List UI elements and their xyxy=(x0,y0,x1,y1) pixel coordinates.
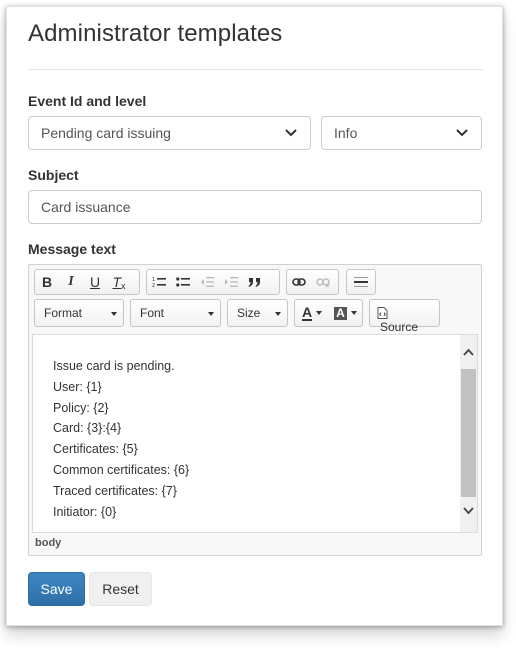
decrease-indent-icon[interactable] xyxy=(195,270,219,294)
rich-text-editor: B I U Tx 12 Format Font Size A A Source … xyxy=(28,264,482,556)
bulleted-list-icon[interactable] xyxy=(171,270,195,294)
subject-label: Subject xyxy=(28,167,79,183)
source-button[interactable]: Source xyxy=(369,299,440,334)
toolbar-paragraph: 12 xyxy=(146,269,280,295)
event-id-select[interactable]: Pending card issuing xyxy=(28,116,311,150)
element-path[interactable]: body xyxy=(35,537,61,549)
dropdown-arrow-icon xyxy=(350,311,357,315)
dropdown-arrow-icon xyxy=(275,312,281,316)
numbered-list-icon[interactable]: 12 xyxy=(147,270,171,294)
message-line: Initiator: {0} xyxy=(53,504,117,519)
admin-templates-panel: Administrator templates Event Id and lev… xyxy=(6,6,503,626)
toolbar-rule xyxy=(346,269,376,295)
chevron-down-icon xyxy=(456,129,468,137)
bold-button[interactable]: B xyxy=(35,270,59,294)
unlink-icon[interactable] xyxy=(311,270,335,294)
toolbar-colors: A A xyxy=(294,299,363,327)
message-line: Common certificates: {6} xyxy=(53,462,190,477)
format-combo[interactable]: Format xyxy=(34,299,124,327)
page-title: Administrator templates xyxy=(28,20,283,47)
scroll-up-icon[interactable] xyxy=(462,347,475,357)
font-combo[interactable]: Font xyxy=(130,299,221,327)
dropdown-arrow-icon xyxy=(208,312,214,316)
dropdown-arrow-icon xyxy=(111,312,117,316)
svg-text:2: 2 xyxy=(152,283,155,288)
message-line: Card: {3}:{4} xyxy=(53,421,122,436)
background-color-button[interactable]: A xyxy=(329,301,362,325)
size-label: Size xyxy=(237,306,261,320)
format-label: Format xyxy=(44,306,83,320)
chevron-down-icon xyxy=(285,129,297,137)
increase-indent-icon[interactable] xyxy=(219,270,243,294)
remove-format-button[interactable]: Tx xyxy=(107,270,131,294)
message-line: Policy: {2} xyxy=(53,400,109,415)
horizontal-line-icon[interactable] xyxy=(347,270,375,294)
blockquote-icon[interactable] xyxy=(243,270,267,294)
subject-input[interactable]: Card issuance xyxy=(28,190,482,224)
message-label: Message text xyxy=(28,241,116,257)
event-level-select[interactable]: Info xyxy=(321,116,482,150)
message-line: User: {1} xyxy=(53,379,102,394)
editor-scrollbar[interactable] xyxy=(460,335,477,532)
underline-button[interactable]: U xyxy=(83,270,107,294)
source-label: Source xyxy=(380,320,419,334)
size-combo[interactable]: Size xyxy=(227,299,288,327)
message-line: Certificates: {5} xyxy=(53,442,138,457)
font-label: Font xyxy=(140,306,165,320)
event-id-value: Pending card issuing xyxy=(41,125,171,141)
message-line: Traced certificates: {7} xyxy=(53,483,177,498)
source-icon xyxy=(377,307,388,319)
dropdown-arrow-icon xyxy=(316,311,323,315)
scrollbar-thumb[interactable] xyxy=(461,369,476,497)
italic-button[interactable]: I xyxy=(59,270,83,294)
reset-button[interactable]: Reset xyxy=(89,572,152,606)
event-label: Event Id and level xyxy=(28,93,147,109)
text-color-button[interactable]: A xyxy=(295,301,329,325)
title-divider xyxy=(28,69,483,70)
editor-content[interactable]: Issue card is pending. User: {1} Policy: {… xyxy=(32,334,478,533)
link-icon[interactable] xyxy=(287,270,311,294)
subject-value: Card issuance xyxy=(41,199,131,215)
toolbar-links xyxy=(286,269,339,295)
message-body[interactable]: Issue card is pending. User: {1} Policy: {… xyxy=(53,356,189,522)
save-button[interactable]: Save xyxy=(28,572,85,606)
message-line: Issue card is pending. xyxy=(53,359,175,373)
scroll-down-icon[interactable] xyxy=(462,506,475,516)
event-level-value: Info xyxy=(334,125,358,141)
toolbar-basic-styles: B I U Tx xyxy=(34,269,140,295)
